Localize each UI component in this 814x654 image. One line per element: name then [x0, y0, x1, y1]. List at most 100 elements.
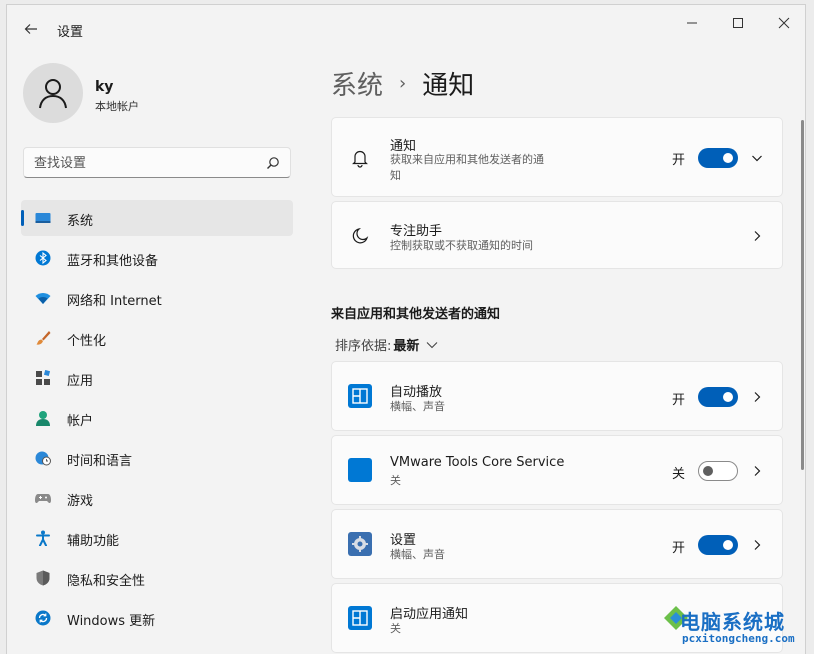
- sidebar-item-label: 游戏: [67, 494, 94, 509]
- breadcrumb-parent[interactable]: 系统: [331, 65, 383, 102]
- scrollbar[interactable]: [801, 120, 804, 470]
- app-name: 设置: [390, 533, 417, 548]
- app-row-vmware[interactable]: VMware Tools Core Service 关 关: [331, 435, 783, 505]
- toggle-knob: [723, 392, 733, 402]
- sidebar-item-bluetooth[interactable]: 蓝牙和其他设备: [21, 240, 293, 276]
- sidebar-item-time-language[interactable]: 时间和语言: [21, 440, 293, 476]
- toggle-knob: [703, 466, 713, 476]
- gamepad-icon: [35, 494, 51, 503]
- sidebar-item-label: 隐私和安全性: [67, 574, 146, 589]
- app-detail: 关: [390, 622, 401, 635]
- watermark: 电脑系统城 pcxitongcheng.com: [662, 600, 812, 654]
- minimize-button[interactable]: [677, 11, 707, 35]
- sidebar-item-label: 应用: [67, 374, 94, 389]
- sidebar-item-privacy[interactable]: 隐私和安全性: [21, 560, 293, 596]
- notifications-toggle[interactable]: [698, 148, 738, 168]
- watermark-text: 电脑系统城: [680, 610, 785, 634]
- toggle-state-label: 开: [672, 153, 686, 168]
- account-type: 本地帐户: [95, 100, 139, 113]
- app-detail: 横幅、声音: [390, 548, 445, 561]
- sidebar-item-system[interactable]: 系统: [21, 200, 293, 236]
- search-input[interactable]: [34, 153, 254, 173]
- sidebar-item-label: 网络和 Internet: [67, 294, 162, 309]
- breadcrumb-separator: ›: [399, 72, 407, 94]
- brush-icon: [36, 331, 51, 345]
- sidebar-item-label: 辅助功能: [67, 534, 120, 549]
- sidebar-item-network[interactable]: 网络和 Internet: [21, 280, 293, 316]
- app-name: VMware Tools Core Service: [390, 455, 565, 470]
- notifications-subtitle: 获取来自应用和其他发送者的通 知: [390, 153, 544, 182]
- window-title: 设置: [57, 25, 84, 40]
- sort-dropdown[interactable]: 排序依据: 最新: [335, 335, 439, 354]
- search-box[interactable]: [23, 147, 291, 178]
- minimize-icon: [687, 22, 697, 24]
- notifications-card[interactable]: 通知 获取来自应用和其他发送者的通 知 开: [331, 117, 783, 197]
- sidebar-item-apps[interactable]: 应用: [21, 360, 293, 396]
- section-title: 来自应用和其他发送者的通知: [331, 307, 501, 322]
- bell-icon: [348, 146, 372, 170]
- sort-value: 最新: [393, 339, 420, 354]
- back-arrow-icon: [24, 24, 37, 34]
- focus-assist-title: 专注助手: [390, 224, 443, 239]
- sidebar-item-gaming[interactable]: 游戏: [21, 480, 293, 516]
- sidebar-item-personalization[interactable]: 个性化: [21, 320, 293, 356]
- wifi-icon: [35, 293, 51, 304]
- app-toggle[interactable]: [698, 535, 738, 555]
- moon-icon: [348, 224, 372, 248]
- avatar[interactable]: [23, 63, 83, 123]
- sidebar-item-accounts[interactable]: 帐户: [21, 400, 293, 436]
- focus-assist-subtitle: 控制获取或不获取通知的时间: [390, 239, 533, 252]
- apps-icon: [36, 370, 51, 385]
- toggle-knob: [723, 540, 733, 550]
- sidebar-item-label: Windows 更新: [67, 614, 156, 629]
- sort-label: 排序依据:: [335, 339, 392, 354]
- toggle-state-label: 开: [672, 393, 686, 408]
- settings-gear-icon: [348, 532, 372, 556]
- sidebar-item-label: 蓝牙和其他设备: [67, 254, 159, 269]
- chevron-down-icon[interactable]: [750, 151, 764, 165]
- toggle-state-label: 关: [672, 467, 686, 482]
- search-icon[interactable]: [266, 156, 280, 170]
- app-toggle[interactable]: [698, 461, 738, 481]
- sidebar-item-label: 时间和语言: [67, 454, 133, 469]
- chevron-right-icon[interactable]: [750, 464, 764, 478]
- chevron-down-icon: [427, 341, 438, 348]
- close-button[interactable]: [769, 11, 799, 35]
- sidebar-item-label: 帐户: [67, 414, 94, 429]
- app-toggle[interactable]: [698, 387, 738, 407]
- app-name: 自动播放: [390, 385, 443, 400]
- sidebar-item-label: 个性化: [67, 334, 107, 349]
- chevron-right-icon[interactable]: [750, 538, 764, 552]
- user-name: ky: [95, 79, 114, 95]
- app-detail: 横幅、声音: [390, 400, 445, 413]
- user-icon: [39, 79, 67, 109]
- page-title: 通知: [422, 70, 475, 101]
- focus-assist-card[interactable]: 专注助手 控制获取或不获取通知的时间: [331, 201, 783, 269]
- sidebar-nav: 系统 蓝牙和其他设备 网络和 Internet 个性化 应用 帐户 时间和语言: [21, 200, 293, 640]
- bluetooth-icon: [35, 250, 51, 266]
- settings-window: 设置 ky 本地帐户 系统 蓝牙和其他设备: [6, 4, 806, 654]
- update-icon: [35, 610, 51, 626]
- vmware-app-icon: [348, 458, 372, 482]
- maximize-icon: [733, 18, 743, 28]
- chevron-right-icon[interactable]: [750, 390, 764, 404]
- toggle-knob: [723, 153, 733, 163]
- maximize-button[interactable]: [723, 11, 753, 35]
- close-icon: [778, 17, 790, 29]
- app-detail: 关: [390, 474, 401, 487]
- app-row-autoplay[interactable]: 自动播放 横幅、声音 开: [331, 361, 783, 431]
- chevron-right-icon[interactable]: [750, 229, 764, 243]
- accessibility-icon: [36, 530, 50, 546]
- app-row-settings[interactable]: 设置 横幅、声音 开: [331, 509, 783, 579]
- startup-app-icon: [348, 606, 372, 630]
- watermark-url: pcxitongcheng.com: [682, 632, 795, 645]
- account-icon: [36, 411, 50, 426]
- shield-icon: [36, 570, 50, 586]
- sidebar-item-accessibility[interactable]: 辅助功能: [21, 520, 293, 556]
- sidebar-item-label: 系统: [67, 214, 94, 229]
- autoplay-app-icon: [348, 384, 372, 408]
- title-bar: 设置: [7, 5, 805, 53]
- back-button[interactable]: [19, 17, 43, 41]
- sidebar-item-windows-update[interactable]: Windows 更新: [21, 600, 293, 636]
- breadcrumb: 系统 › 通知: [331, 63, 474, 103]
